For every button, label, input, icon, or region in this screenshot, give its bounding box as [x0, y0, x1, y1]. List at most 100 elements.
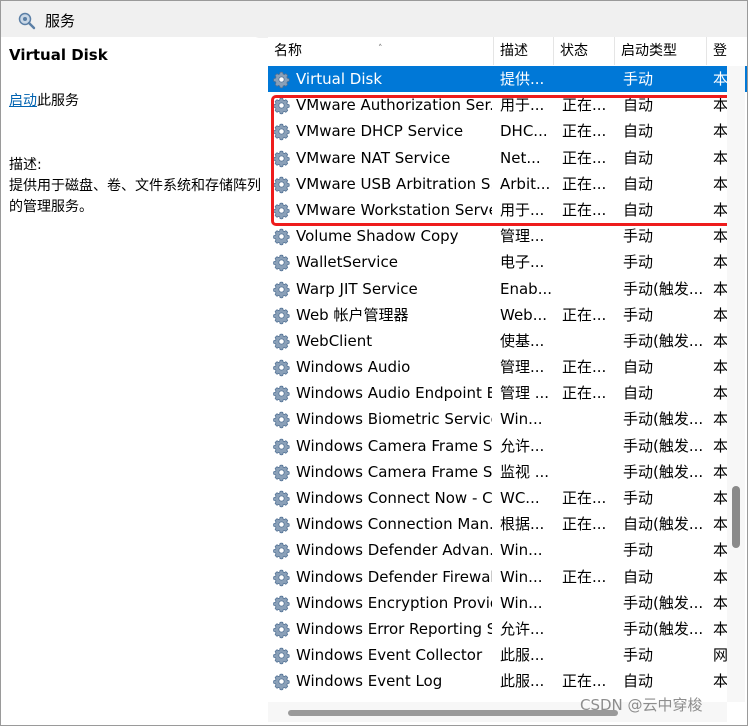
service-row[interactable]: Windows Event Collector 此服... 手动网	[268, 642, 747, 668]
service-status	[562, 249, 616, 275]
service-row[interactable]: Warp JIT Service Enab... 手动(触发... 本	[268, 276, 747, 302]
vertical-scroll-thumb[interactable]	[732, 486, 740, 548]
column-header-startup-type-label: 启动类型	[621, 43, 677, 59]
start-service-link[interactable]: 启动	[9, 93, 37, 109]
service-name: VMware USB Arbitration S...	[296, 174, 492, 193]
service-name: Virtual Disk	[296, 70, 383, 88]
service-gear-icon	[272, 306, 291, 325]
list-header: 名称 ˄ 描述 状态 启动类型 登	[268, 37, 747, 65]
service-row[interactable]: Web 帐户管理器 Web... 正在... 手动本	[268, 302, 747, 328]
service-status: 正在...	[562, 672, 607, 691]
services-list[interactable]: 名称 ˄ 描述 状态 启动类型 登 Virtual Disk 提供... 手动本 VM…	[268, 37, 747, 725]
service-row[interactable]: Windows Camera Frame S... 允许... 手动(触发... 本	[268, 433, 747, 459]
service-row[interactable]: Windows Audio 管理... 正在... 自动本	[268, 354, 747, 380]
service-name: Windows Defender Advan...	[296, 541, 492, 560]
service-row[interactable]: WebClient 使基... 手动(触发... 本	[268, 328, 747, 354]
service-row[interactable]: VMware Workstation Server 用于... 正在... 自动本	[268, 197, 747, 223]
service-row[interactable]: Windows Defender Advan... Win... 手动本	[268, 537, 747, 563]
service-gear-icon	[272, 463, 291, 482]
service-status: 正在...	[562, 200, 607, 219]
service-name: Windows Defender Firewall	[296, 567, 492, 586]
service-gear-icon	[272, 332, 291, 351]
service-description: Enab...	[500, 279, 553, 298]
service-description: 用于...	[500, 200, 545, 219]
service-name: Volume Shadow Copy	[296, 227, 459, 246]
service-description: Win...	[500, 541, 543, 560]
service-status: 正在...	[562, 358, 607, 377]
column-header-logon-label: 登	[713, 43, 727, 59]
service-startup-type: 手动(触发...	[623, 619, 704, 638]
service-status	[562, 276, 616, 302]
service-startup-type: 自动	[623, 200, 654, 219]
service-row[interactable]: Windows Connection Man... 根据... 正在... 自动(触发…	[268, 511, 747, 537]
service-name: WalletService	[296, 253, 398, 272]
service-name: Windows Audio Endpoint B...	[296, 384, 492, 403]
service-description: Net...	[500, 148, 541, 167]
service-status	[562, 642, 616, 668]
service-name: Windows Error Reporting S...	[296, 619, 492, 638]
service-row[interactable]: Windows Error Reporting S... 允许... 手动(触发..…	[268, 616, 747, 642]
service-startup-type: 手动	[623, 253, 654, 272]
service-status	[562, 433, 616, 459]
service-description: 根据...	[500, 515, 545, 534]
service-row[interactable]: Windows Connect Now - C... WC... 正在... 手动本	[268, 485, 747, 511]
column-header-status[interactable]: 状态	[554, 37, 615, 65]
service-row[interactable]: Windows Audio Endpoint B... 管理 ... 正在... 自动…	[268, 380, 747, 406]
vertical-scrollbar[interactable]	[727, 66, 745, 702]
service-row[interactable]: WalletService 电子... 手动本	[268, 249, 747, 275]
column-header-description[interactable]: 描述	[494, 37, 554, 65]
service-status: 正在...	[562, 515, 607, 534]
column-header-logon[interactable]: 登	[707, 37, 747, 65]
service-row[interactable]: Windows Biometric Service Win... 手动(触发... 本	[268, 406, 747, 432]
service-gear-icon	[272, 620, 291, 639]
column-header-description-label: 描述	[500, 43, 528, 59]
horizontal-scroll-thumb[interactable]	[288, 710, 618, 716]
service-status	[562, 590, 616, 616]
service-description-pane: Virtual Disk 启动此服务 描述: 提供用于磁盘、卷、文件系统和存储阵…	[1, 37, 269, 725]
service-row[interactable]: VMware Authorization Ser... 用于... 正在... 自动本	[268, 92, 747, 118]
service-description: 允许...	[500, 619, 545, 638]
column-header-name-label: 名称	[274, 43, 302, 59]
service-startup-type: 手动	[623, 541, 654, 560]
service-row[interactable]: VMware DHCP Service DHC... 正在... 自动本	[268, 118, 747, 144]
sort-ascending-icon: ˄	[378, 44, 383, 54]
service-startup-type: 手动	[623, 70, 654, 88]
service-description: 使基...	[500, 331, 545, 350]
service-name: Windows Biometric Service	[296, 410, 492, 429]
service-description: 管理...	[500, 358, 545, 377]
service-row[interactable]: VMware USB Arbitration S... Arbit... 正在...…	[268, 171, 747, 197]
service-gear-icon	[272, 358, 291, 377]
start-service-suffix: 此服务	[37, 93, 79, 109]
selected-service-title: Virtual Disk	[9, 46, 108, 64]
service-startup-type: 手动(触发...	[623, 410, 704, 429]
service-startup-type: 手动	[623, 489, 654, 507]
column-header-startup-type[interactable]: 启动类型	[615, 37, 707, 65]
service-name: VMware Workstation Server	[296, 200, 492, 219]
service-row[interactable]: Windows Event Log 此服... 正在... 自动本	[268, 668, 747, 694]
service-startup-type: 自动	[623, 122, 654, 141]
service-row[interactable]: Volume Shadow Copy 管理... 手动本	[268, 223, 747, 249]
service-description: Web...	[500, 305, 548, 324]
service-status: 正在...	[562, 489, 607, 507]
service-gear-icon	[272, 672, 291, 691]
service-startup-type: 手动	[623, 227, 654, 246]
service-gear-icon	[272, 175, 291, 194]
service-row[interactable]: Virtual Disk 提供... 手动本	[268, 66, 747, 93]
service-gear-icon	[272, 227, 291, 246]
column-header-name[interactable]: 名称 ˄	[268, 37, 494, 65]
service-row[interactable]: Windows Defender Firewall Win... 正在... 自动本	[268, 564, 747, 590]
service-startup-type: 手动(触发...	[623, 462, 704, 481]
service-name: Windows Connection Man...	[296, 515, 492, 534]
service-gear-icon	[272, 122, 291, 141]
service-description: 用于...	[500, 96, 545, 115]
service-row[interactable]: VMware NAT Service Net... 正在... 自动本	[268, 145, 747, 171]
service-name: Windows Audio	[296, 358, 411, 377]
service-description: 电子...	[500, 253, 545, 272]
service-name: Windows Encryption Provid...	[296, 593, 492, 612]
service-row[interactable]: Windows Camera Frame S... 监视 ... 手动(触发... 本	[268, 459, 747, 485]
service-status	[562, 459, 616, 485]
service-status	[562, 223, 616, 249]
service-status	[562, 406, 616, 432]
service-gear-icon	[272, 201, 291, 220]
service-row[interactable]: Windows Encryption Provid... Win... 手动(触发.…	[268, 590, 747, 616]
